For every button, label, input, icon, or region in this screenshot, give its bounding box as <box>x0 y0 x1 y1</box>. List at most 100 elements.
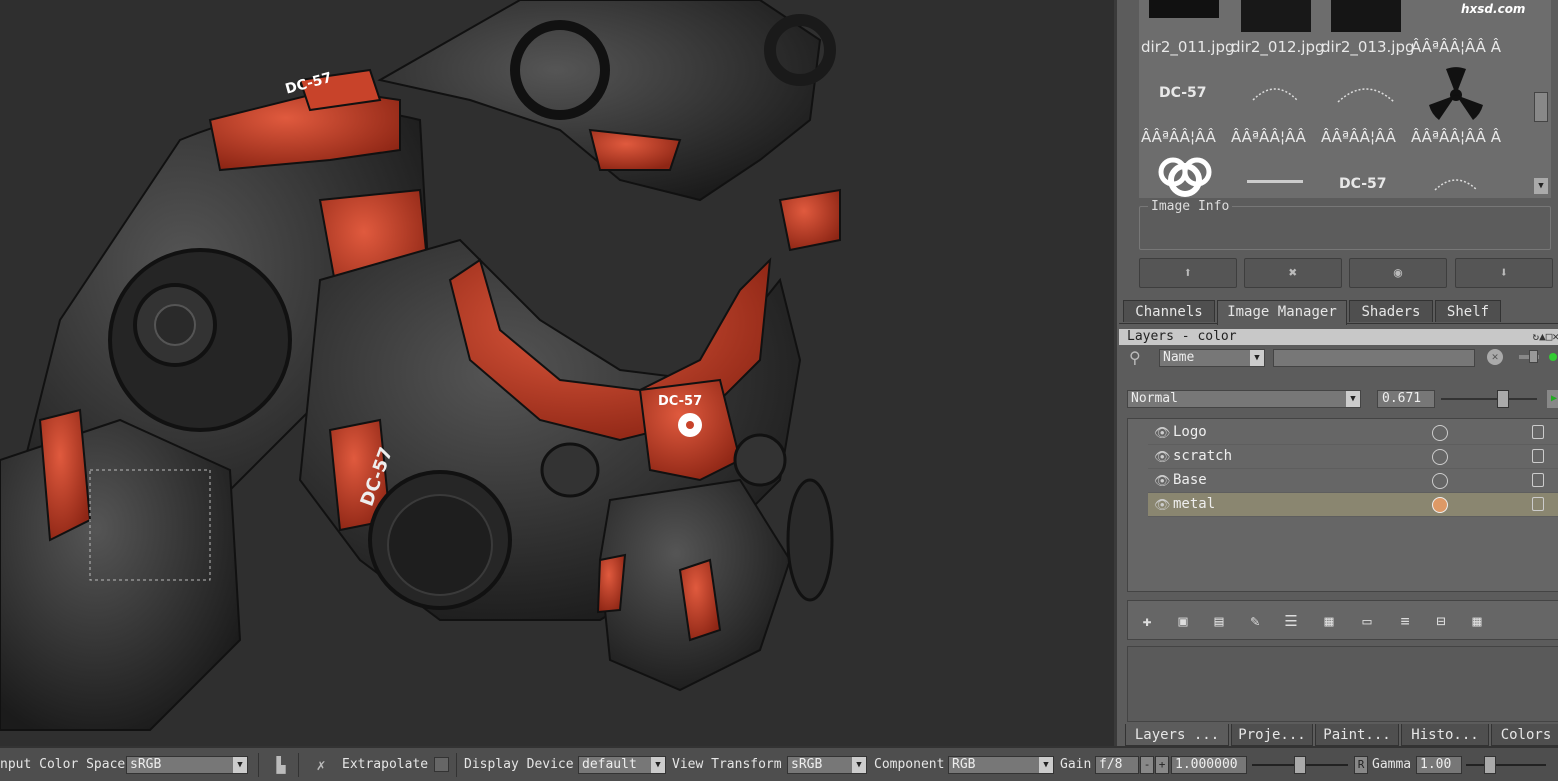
export-image-button[interactable]: ⬇ <box>1455 258 1553 288</box>
thumbnail[interactable] <box>1241 0 1311 32</box>
color-management-toolbar: nput Color Space sRGB ▼ ▙ ✗ Extrapolate … <box>0 746 1558 781</box>
gain-minus-button[interactable]: - <box>1140 756 1154 774</box>
clear-filter-icon[interactable]: ✕ <box>1487 349 1503 365</box>
remove-layer-icon[interactable]: ⊟ <box>1430 611 1452 631</box>
opacity-field[interactable]: 0.671 <box>1377 390 1435 408</box>
chevron-down-icon[interactable]: ▼ <box>1039 757 1053 773</box>
layer-list[interactable]: 👁 Logo 👁 scratch 👁 Base 👁 metal <box>1127 418 1558 592</box>
extrapolate-icon[interactable]: ✗ <box>310 754 332 776</box>
toolbar-divider <box>258 753 259 777</box>
eye-icon[interactable]: 👁 <box>1154 474 1171 489</box>
layers-title-text: Layers - color <box>1127 329 1237 344</box>
eye-icon[interactable]: 👁 <box>1154 426 1171 441</box>
tab-project[interactable]: Proje... <box>1231 724 1313 746</box>
blend-mode-select[interactable]: Normal ▼ <box>1127 390 1361 408</box>
gamma-slider-knob[interactable] <box>1484 756 1496 774</box>
add-mask-icon[interactable]: ▤ <box>1208 611 1230 631</box>
merge-layers-icon[interactable]: ☰ <box>1280 611 1302 631</box>
robot-arm-render: DC-57 DC-57 DC-57 <box>0 0 841 731</box>
delete-icon: ✖ <box>1288 265 1298 281</box>
gain-plus-button[interactable]: + <box>1155 756 1169 774</box>
tab-channels[interactable]: Channels <box>1123 300 1215 322</box>
bottom-tab-bar: Layers ... Proje... Paint... Histo... Co… <box>1119 722 1558 746</box>
chevron-down-icon[interactable]: ▼ <box>1250 350 1264 366</box>
lock-icon[interactable] <box>1532 425 1544 439</box>
tab-layers[interactable]: Layers ... <box>1125 724 1229 746</box>
add-group-icon[interactable]: ▭ <box>1356 611 1378 631</box>
filter-field-select[interactable]: Name ▼ <box>1159 349 1265 367</box>
3d-viewport[interactable]: DC-57 DC-57 DC-57 <box>0 0 1114 746</box>
image-info-label: Image Info <box>1148 199 1233 214</box>
radiation-icon[interactable] <box>1421 64 1491 126</box>
eye-icon[interactable]: 👁 <box>1154 498 1171 513</box>
chevron-down-icon[interactable]: ▼ <box>233 757 247 773</box>
view-image-button[interactable]: ◉ <box>1349 258 1447 288</box>
tab-history[interactable]: Histo... <box>1401 724 1489 746</box>
panel-window-controls-icon[interactable]: ↻▲□✕ <box>1533 329 1558 345</box>
tab-paint[interactable]: Paint... <box>1315 724 1399 746</box>
opacity-slider-track[interactable] <box>1441 398 1537 400</box>
eye-icon[interactable]: 👁 <box>1154 450 1171 465</box>
tab-colors[interactable]: Colors <box>1491 724 1558 746</box>
status-dot-icon <box>1549 353 1557 361</box>
opacity-slider-knob[interactable] <box>1497 390 1509 408</box>
input-color-space-value: sRGB <box>130 757 162 772</box>
chevron-down-icon[interactable]: ▼ <box>852 757 866 773</box>
add-adjustment-layer-icon[interactable]: ▣ <box>1172 611 1194 631</box>
layer-row-scratch[interactable]: 👁 scratch <box>1148 445 1558 469</box>
thumbnail-arc[interactable] <box>1334 76 1398 106</box>
gain-value-field[interactable]: 1.000000 <box>1171 756 1247 774</box>
layer-properties-area <box>1127 646 1558 722</box>
lock-icon[interactable] <box>1532 497 1544 511</box>
gain-unit-field[interactable]: f/8 <box>1095 756 1139 774</box>
component-select[interactable]: RGB ▼ <box>948 756 1054 774</box>
input-color-space-select[interactable]: sRGB ▼ <box>126 756 248 774</box>
chevron-down-icon[interactable]: ▼ <box>651 757 665 773</box>
scroll-down-arrow-icon[interactable]: ▼ <box>1534 178 1548 194</box>
gamma-value-field[interactable]: 1.00 <box>1416 756 1462 774</box>
layer-name: Logo <box>1173 424 1207 440</box>
filter-toggle-knob[interactable] <box>1529 350 1538 363</box>
extrapolate-label: Extrapolate <box>342 757 429 772</box>
thumb-caption: ÂÂªÂÂ¦ÂÂ Â <box>1411 38 1501 56</box>
add-paint-layer-icon[interactable]: ✚ <box>1136 611 1158 631</box>
tab-shelf[interactable]: Shelf <box>1435 300 1501 322</box>
play-icon[interactable]: ▶ <box>1547 390 1558 408</box>
delete-image-button[interactable]: ✖ <box>1244 258 1342 288</box>
thumbnail[interactable] <box>1247 180 1303 183</box>
thumbnail-dc57[interactable]: DC-57 <box>1159 85 1207 101</box>
layer-filter-input[interactable] <box>1273 349 1475 367</box>
watermark-logo: hxsd.com <box>1461 2 1526 16</box>
thumbnail-dc57[interactable]: DC-57 <box>1339 176 1387 192</box>
biohazard-icon[interactable] <box>1149 152 1221 198</box>
image-thumbnail-grid[interactable]: dir2_011.jpg dir2_012.jpg dir2_013.jpg Â… <box>1139 0 1531 198</box>
grid-view-icon[interactable]: ▦ <box>1466 611 1488 631</box>
layer-row-base[interactable]: 👁 Base <box>1148 469 1558 493</box>
thumbnail-arc[interactable] <box>1431 168 1481 192</box>
display-device-select[interactable]: default ▼ <box>578 756 666 774</box>
gamma-label: Gamma <box>1372 757 1412 772</box>
gamma-slider-track[interactable] <box>1466 764 1546 766</box>
add-procedural-icon[interactable]: ✎ <box>1244 611 1266 631</box>
scrollbar-thumb[interactable] <box>1534 92 1548 122</box>
gain-reset-button[interactable]: R <box>1354 756 1368 774</box>
view-transform-select[interactable]: sRGB ▼ <box>787 756 867 774</box>
lock-icon[interactable] <box>1532 449 1544 463</box>
thumbnail-scrollbar[interactable]: ▼ <box>1531 0 1551 198</box>
thumbnail[interactable] <box>1331 0 1401 32</box>
gain-slider-knob[interactable] <box>1294 756 1306 774</box>
tab-shaders[interactable]: Shaders <box>1349 300 1433 322</box>
layer-list-icon[interactable]: ≡ <box>1394 611 1416 631</box>
add-channel-icon[interactable]: ▦ <box>1318 611 1340 631</box>
color-picker-icon[interactable]: ▙ <box>270 754 292 776</box>
thumbnail[interactable] <box>1149 0 1219 18</box>
tab-image-manager[interactable]: Image Manager <box>1217 300 1347 325</box>
thumbnail-arc[interactable] <box>1249 78 1301 104</box>
lock-icon[interactable] <box>1532 473 1544 487</box>
extrapolate-checkbox[interactable] <box>434 757 449 772</box>
import-image-button[interactable]: ⬆ <box>1139 258 1237 288</box>
layer-row-logo[interactable]: 👁 Logo <box>1148 421 1558 445</box>
view-transform-label: View Transform <box>672 757 782 772</box>
chevron-down-icon[interactable]: ▼ <box>1346 391 1360 407</box>
layer-row-metal[interactable]: 👁 metal <box>1148 493 1558 517</box>
